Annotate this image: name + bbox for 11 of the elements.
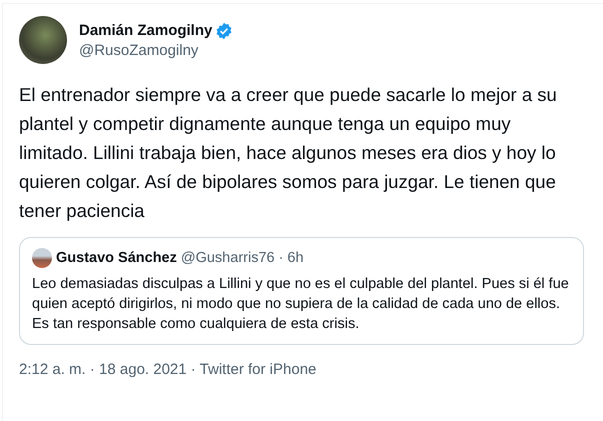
quoted-author-name: Gustavo Sánchez	[56, 250, 177, 266]
tweet-timestamp[interactable]: 2:12 a. m. · 18 ago. 2021 · Twitter for iPhone	[19, 361, 316, 378]
avatar[interactable]	[19, 16, 67, 64]
quoted-time: · 6h	[278, 250, 304, 266]
quoted-author-handle: @Gusharris76	[180, 250, 275, 266]
quoted-text: Leo demasiadas disculpas a Lillini y que no es el culpable del plantel. Pues si él fue quien aceptó dirigirlos, ni modo que no supiera de la calidad de cada uno de ellos. Es tan responsable como cualquiera de esta crisis.	[32, 275, 570, 334]
author-name[interactable]: Damián Zamogilny	[79, 22, 212, 39]
avatar[interactable]	[32, 248, 52, 268]
tweet-text: El entrenador siempre va a creer que puede sacarle lo mejor a su plantel y competir dignamente aunque tenga un equipo muy limitado. Lillini trabaja bien, hace algunos meses era dios y hoy lo quieren colgar. Así de bipolares somos para juzgar. Le tienen que tener paciencia	[19, 83, 558, 223]
quoted-tweet[interactable]	[19, 237, 584, 345]
author-handle[interactable]: @RusoZamogilny	[79, 42, 234, 58]
